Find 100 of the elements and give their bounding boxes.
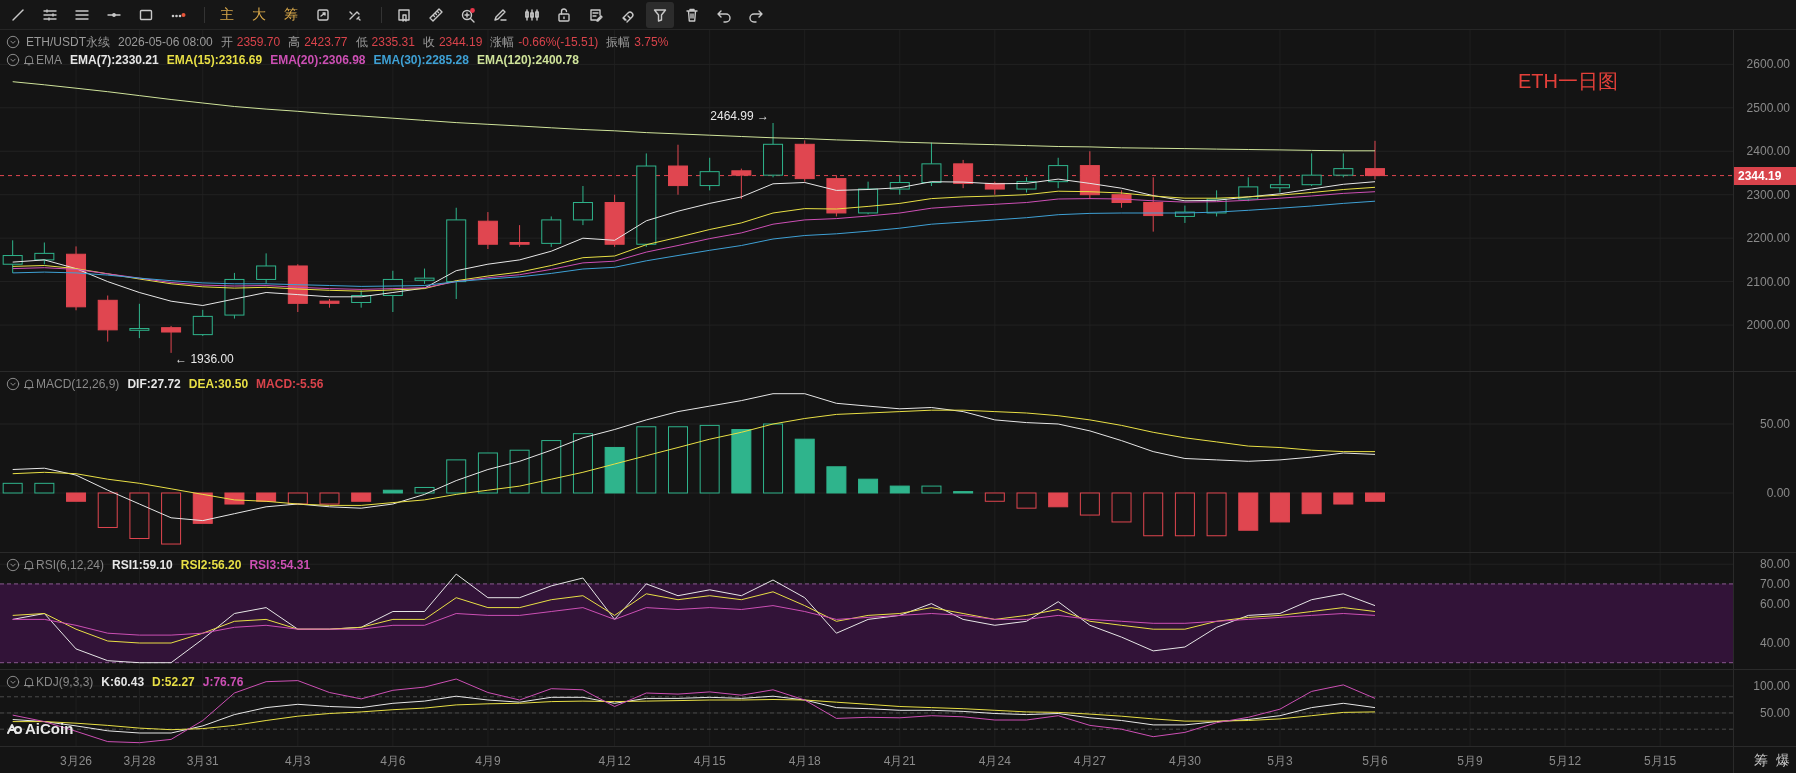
collapse-icon[interactable] (6, 377, 20, 391)
histogram-bar (1079, 492, 1100, 516)
indicator-value: J:76.76 (202, 675, 244, 689)
histogram-bar (636, 426, 657, 494)
collapse-icon[interactable] (6, 53, 20, 67)
candlestick (1016, 176, 1037, 194)
candlestick (731, 168, 752, 200)
collapse-icon[interactable] (6, 35, 20, 49)
candlestick (953, 159, 974, 189)
indicator-value: MACD:-5.56 (256, 377, 324, 391)
histogram-bar (287, 492, 308, 505)
field-label: 涨幅 (490, 35, 515, 49)
chart-mode-button[interactable]: 大 (245, 1, 273, 28)
parallel-lines-icon[interactable] (42, 6, 58, 23)
indicator-value: RSI3:54.31 (249, 558, 311, 572)
histogram-bar (1301, 492, 1322, 515)
panel-toggle-button[interactable]: 筹 (1754, 749, 1768, 771)
histogram-bar (1206, 492, 1227, 537)
candlestick (572, 185, 593, 226)
date-label: 4月9 (474, 753, 502, 770)
bell-icon[interactable] (22, 53, 36, 67)
candlestick (1079, 150, 1100, 200)
axis-label: 2200.00 (1746, 231, 1790, 246)
filter-icon[interactable] (652, 6, 668, 23)
histogram-bar (192, 492, 213, 524)
collapse-icon[interactable] (6, 558, 20, 572)
note-icon[interactable] (588, 6, 604, 23)
histogram-bar (1269, 492, 1290, 523)
field-value: 2359.70 (236, 35, 281, 49)
field-value: -0.66%(-15.51) (518, 35, 599, 49)
ruler-icon[interactable] (428, 6, 444, 23)
histogram-bar (2, 482, 23, 494)
axis-label: 50.00 (1759, 705, 1790, 720)
histogram-bar (889, 485, 910, 494)
candles-icon[interactable] (524, 6, 540, 23)
axis-label: 50.00 (1759, 417, 1790, 431)
indicator-value: EMA(15):2316.69 (166, 53, 263, 67)
chart-mode-button[interactable]: 筹 (277, 1, 305, 28)
indicator-value: EMA(7):2330.21 (70, 53, 159, 67)
collapse-icon[interactable] (6, 675, 20, 689)
histogram-bar (161, 492, 182, 545)
indicator-value: DEA:30.50 (188, 377, 249, 391)
candlestick (1333, 152, 1354, 178)
indicator-value: RSI1:59.10 (112, 558, 173, 572)
candlestick (1174, 205, 1195, 224)
lock-icon[interactable] (556, 6, 572, 23)
zoom-in-icon[interactable] (460, 6, 476, 23)
candlestick (66, 245, 87, 311)
bell-icon[interactable] (22, 558, 36, 572)
histogram-bar (794, 438, 815, 494)
histogram-bar (34, 482, 55, 494)
candlestick (256, 252, 277, 285)
histogram-bar (668, 426, 688, 494)
date-label: 3月28 (122, 753, 157, 770)
indicator-value: RSI2:56.20 (180, 558, 242, 572)
axis-label: 2400.00 (1746, 144, 1790, 159)
candlestick (1301, 152, 1322, 187)
histogram-bar (763, 423, 784, 494)
field-value: 3.75% (634, 35, 669, 49)
histogram-bar (858, 478, 879, 494)
histogram-bar (921, 485, 942, 494)
axis-label: 2100.00 (1746, 274, 1790, 289)
axis-label: 2600.00 (1746, 57, 1790, 72)
indicator-value: K:60.43 (101, 675, 145, 689)
candlestick (319, 298, 340, 309)
indicator-name: RSI(6,12,24) (36, 558, 105, 572)
indicator-name: MACD(12,26,9) (36, 377, 120, 391)
date-label: 3月26 (59, 753, 94, 770)
histogram-bar (319, 492, 340, 505)
histogram-bar (414, 486, 435, 494)
indicator-value: EMA(120):2400.78 (476, 53, 579, 67)
date-label: 4月30 (1167, 753, 1202, 770)
delete-icon[interactable] (684, 6, 700, 23)
histogram-bar (1016, 492, 1037, 509)
histogram-bar (541, 440, 562, 494)
candlestick (889, 174, 910, 196)
bookmark-icon[interactable] (396, 6, 412, 23)
histogram-bar (826, 466, 847, 494)
candlestick (1048, 157, 1069, 189)
bell-icon[interactable] (22, 675, 36, 689)
histogram-bar (1238, 492, 1259, 531)
rotate-square-icon[interactable] (315, 6, 331, 23)
axis-label: 100.00 (1753, 678, 1790, 693)
price-marker-label: 2464.99 → (710, 109, 770, 123)
histogram-bar (351, 492, 372, 502)
candlestick (1269, 174, 1290, 194)
field-label: 高 (288, 35, 301, 49)
candlestick (351, 289, 372, 309)
axis-label: 70.00 (1759, 576, 1790, 591)
candlestick (541, 215, 562, 248)
chart-mode-button[interactable]: 主 (213, 1, 241, 28)
candlestick (668, 144, 688, 196)
current-price-badge: 2344.19 (1734, 166, 1796, 185)
field-value: 2344.19 (438, 35, 483, 49)
histogram-bar (1365, 492, 1385, 502)
histogram-bar (129, 492, 150, 539)
bell-icon[interactable] (22, 377, 36, 391)
panel-toggle-button[interactable]: 爆 (1776, 749, 1790, 771)
field-label: 低 (355, 35, 368, 49)
histogram-bar (1333, 492, 1354, 505)
